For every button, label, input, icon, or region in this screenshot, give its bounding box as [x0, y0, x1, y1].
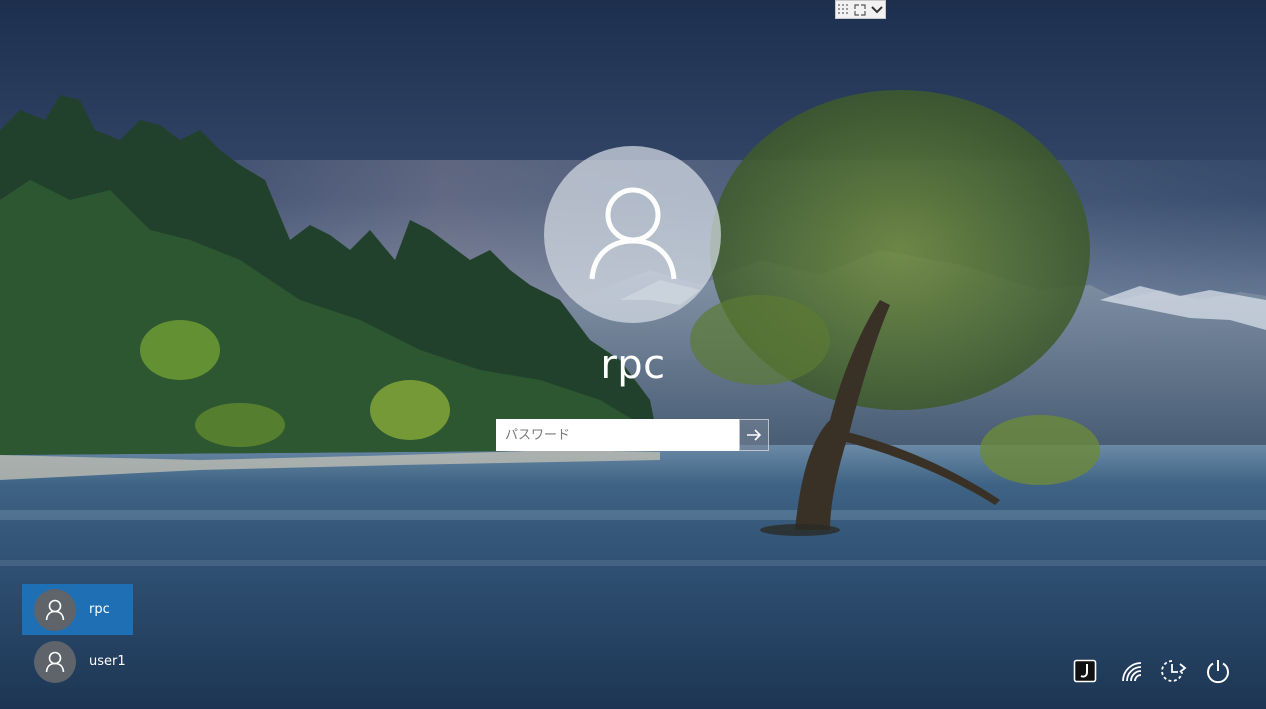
user-name: user1	[89, 654, 126, 669]
ease-of-access-button[interactable]	[1069, 655, 1101, 687]
wifi-icon	[1122, 662, 1142, 682]
pin-grid-icon[interactable]	[837, 3, 851, 17]
remote-connection-bar	[835, 0, 886, 19]
user-list-item-user1[interactable]: user1	[22, 636, 133, 687]
user-list-item-rpc[interactable]: rpc	[22, 584, 133, 635]
accessibility-icon	[1161, 660, 1187, 682]
accessibility-button[interactable]	[1158, 655, 1190, 687]
arrow-right-icon	[747, 429, 762, 441]
chevron-down-icon[interactable]	[870, 3, 884, 17]
user-icon	[45, 651, 65, 672]
restore-icon[interactable]	[853, 3, 867, 17]
user-avatar-small	[34, 640, 76, 683]
user-icon	[589, 187, 676, 279]
submit-button[interactable]	[739, 419, 769, 451]
power-button[interactable]	[1202, 655, 1234, 687]
password-input[interactable]	[496, 419, 739, 451]
username-label: rpc	[600, 342, 666, 388]
user-avatar-small	[34, 588, 76, 631]
network-button[interactable]	[1116, 655, 1148, 687]
user-avatar	[544, 146, 721, 323]
power-icon	[1207, 660, 1229, 684]
password-box	[496, 419, 769, 451]
user-name: rpc	[89, 602, 110, 617]
lock-screen: rpc rpc user1	[0, 0, 1266, 709]
ease-of-access-icon	[1073, 659, 1097, 683]
user-icon	[45, 599, 65, 620]
